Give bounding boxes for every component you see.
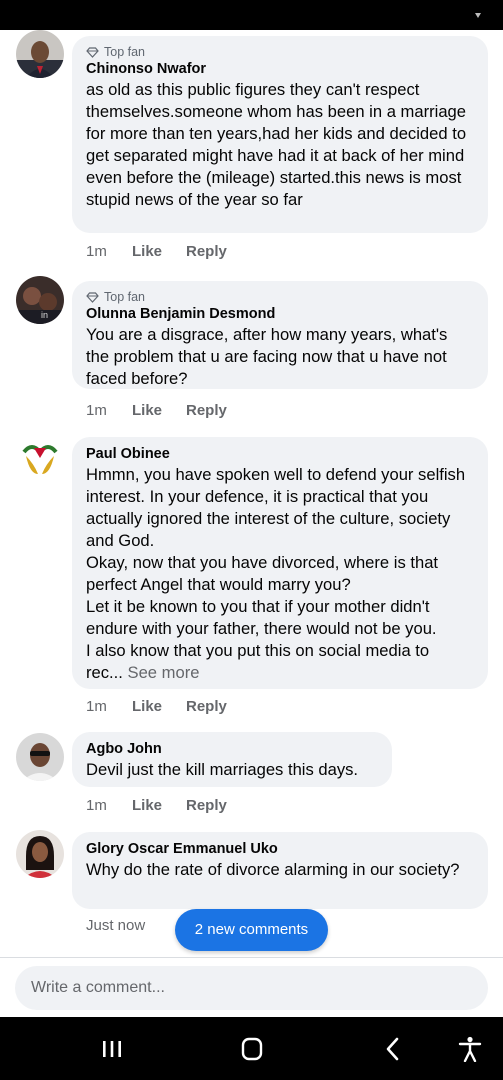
back-icon[interactable] xyxy=(378,1036,408,1062)
avatar[interactable] xyxy=(16,30,64,78)
status-bar xyxy=(0,0,503,30)
comment-text: Why do the rate of divorce alarming in o… xyxy=(86,860,460,879)
new-comments-button[interactable]: 2 new comments xyxy=(175,909,328,951)
comment-author[interactable]: Glory Oscar Emmanuel Uko xyxy=(86,840,474,859)
reply-button[interactable]: Reply xyxy=(186,796,227,816)
accessibility-icon[interactable] xyxy=(455,1036,485,1063)
composer-bar: Write a comment... xyxy=(0,957,503,1018)
top-fan-badge: Top fan xyxy=(86,44,474,60)
comment-text: Hmmn, you have spoken well to defend you… xyxy=(86,465,466,682)
avatar[interactable] xyxy=(16,434,64,482)
svg-text:in: in xyxy=(41,310,48,320)
diamond-icon xyxy=(86,46,99,58)
comment-actions: 1m Like Reply xyxy=(86,697,227,717)
comment-text: You are a disgrace, after how many years… xyxy=(86,325,448,388)
avatar[interactable] xyxy=(16,830,64,878)
comment-author[interactable]: Olunna Benjamin Desmond xyxy=(86,305,474,324)
avatar[interactable] xyxy=(16,733,64,781)
system-nav-bar xyxy=(0,1017,503,1080)
comment-time: Just now xyxy=(86,917,146,934)
comment-text: as old as this public figures they can't… xyxy=(86,80,467,209)
comment-bubble[interactable]: Glory Oscar Emmanuel Uko Why do the rate… xyxy=(72,832,488,909)
see-more-link[interactable]: See more xyxy=(128,663,200,682)
diamond-icon xyxy=(86,291,99,303)
comment-actions: 1m Like Reply xyxy=(86,796,227,816)
avatar[interactable]: in xyxy=(16,276,64,324)
comment-author[interactable]: Agbo John xyxy=(86,740,378,759)
comment-input[interactable]: Write a comment... xyxy=(15,966,488,1010)
recent-apps-icon[interactable] xyxy=(97,1036,127,1062)
top-fan-badge: Top fan xyxy=(86,289,474,305)
comment-author[interactable]: Chinonso Nwafor xyxy=(86,60,474,79)
comment-time: 1m xyxy=(86,402,107,419)
comment-author[interactable]: Paul Obinee xyxy=(86,445,474,464)
comment-time: 1m xyxy=(86,797,107,814)
comment-actions: Just now xyxy=(86,916,145,936)
like-button[interactable]: Like xyxy=(132,796,186,816)
reply-button[interactable]: Reply xyxy=(186,401,227,421)
comment-bubble[interactable]: Top fan Olunna Benjamin Desmond You are … xyxy=(72,281,488,389)
comment-bubble[interactable]: Top fan Chinonso Nwafor as old as this p… xyxy=(72,36,488,233)
comment-actions: 1m Like Reply xyxy=(86,401,227,421)
home-icon[interactable] xyxy=(237,1036,267,1062)
comment-actions: 1m Like Reply xyxy=(86,242,227,262)
comment-bubble[interactable]: Paul Obinee Hmmn, you have spoken well t… xyxy=(72,437,488,689)
like-button[interactable]: Like xyxy=(132,401,186,421)
comment-bubble[interactable]: Agbo John Devil just the kill marriages … xyxy=(72,732,392,787)
reply-button[interactable]: Reply xyxy=(186,242,227,262)
comment-time: 1m xyxy=(86,243,107,260)
comment-time: 1m xyxy=(86,698,107,715)
like-button[interactable]: Like xyxy=(132,242,186,262)
reply-button[interactable]: Reply xyxy=(186,697,227,717)
signal-icon xyxy=(475,13,481,18)
comment-text: Devil just the kill marriages this days. xyxy=(86,760,359,779)
like-button[interactable]: Like xyxy=(132,697,186,717)
